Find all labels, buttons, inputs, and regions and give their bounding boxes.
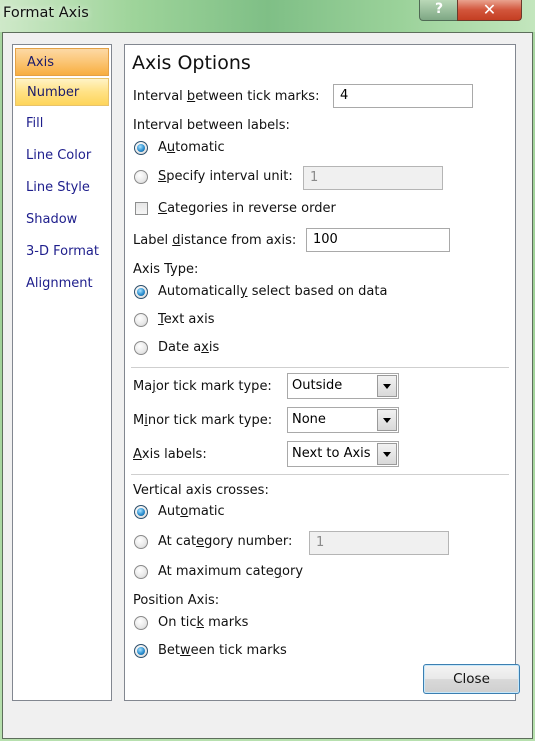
axis-labels-label: Axis labels: — [133, 447, 207, 462]
help-button[interactable]: ? — [419, 0, 459, 21]
help-icon: ? — [434, 1, 444, 17]
label-interval-automatic-label[interactable]: Automatic — [158, 140, 225, 155]
axis-type-label: Axis Type: — [133, 262, 199, 277]
position-on-ticks-radio[interactable] — [134, 616, 148, 630]
window-title: Format Axis — [3, 5, 89, 21]
nav-item-number[interactable]: Number — [15, 78, 109, 106]
specify-interval-radio[interactable] — [134, 170, 148, 184]
specify-interval-label[interactable]: Specify interval unit: — [158, 169, 293, 184]
nav-item-fill[interactable]: Fill — [15, 110, 109, 138]
tick-interval-label: Interval between tick marks: — [133, 89, 320, 104]
close-button[interactable]: Close — [423, 664, 520, 694]
nav-item-line-style[interactable]: Line Style — [15, 174, 109, 202]
reverse-order-label[interactable]: Categories in reverse order — [158, 201, 336, 216]
vertical-crosses-label: Vertical axis crosses: — [133, 483, 269, 498]
specify-interval-input[interactable]: 1 — [303, 166, 443, 190]
axis-type-auto-label[interactable]: Automatically select based on data — [158, 284, 387, 299]
dialog-body: Axis Options Number Fill Line Color Line… — [2, 32, 533, 739]
axis-type-text-label[interactable]: Text axis — [158, 312, 214, 327]
divider — [131, 367, 509, 368]
nav-item-alignment[interactable]: Alignment — [15, 270, 109, 298]
divider — [131, 474, 509, 475]
reverse-order-checkbox[interactable] — [135, 202, 148, 215]
chevron-down-icon[interactable] — [377, 375, 397, 397]
label-distance-input[interactable]: 100 — [306, 228, 450, 252]
nav-item-axis-options[interactable]: Axis Options — [15, 48, 109, 98]
crosses-category-number-label[interactable]: At category number: — [158, 534, 292, 549]
label-distance-label: Label distance from axis: — [133, 233, 297, 248]
position-axis-label: Position Axis: — [133, 593, 220, 608]
major-tick-dropdown[interactable]: Outside — [287, 373, 399, 399]
chevron-down-icon[interactable] — [377, 443, 397, 465]
crosses-category-number-radio[interactable] — [134, 535, 148, 549]
minor-tick-value: None — [292, 412, 326, 427]
close-icon: ✕ — [482, 0, 497, 19]
axis-type-date-label[interactable]: Date axis — [158, 340, 219, 355]
crosses-automatic-label[interactable]: Automatic — [158, 504, 225, 519]
axis-options-panel: Axis Options Interval between tick marks… — [124, 44, 516, 701]
label-interval-automatic-radio[interactable] — [134, 141, 148, 155]
position-between-ticks-label[interactable]: Between tick marks — [158, 643, 287, 658]
axis-type-auto-radio[interactable] — [134, 285, 148, 299]
window-close-button[interactable]: ✕ — [457, 0, 522, 21]
axis-labels-dropdown[interactable]: Next to Axis — [287, 441, 399, 467]
crosses-automatic-radio[interactable] — [134, 505, 148, 519]
major-tick-label: Major tick mark type: — [133, 379, 272, 394]
tick-interval-input[interactable]: 4 — [333, 84, 473, 108]
crosses-max-category-label[interactable]: At maximum category — [158, 564, 303, 579]
crosses-category-number-input[interactable]: 1 — [309, 531, 449, 555]
position-on-ticks-label[interactable]: On tick marks — [158, 615, 248, 630]
label-interval-label: Interval between labels: — [133, 118, 290, 133]
axis-type-date-radio[interactable] — [134, 341, 148, 355]
minor-tick-label: Minor tick mark type: — [133, 413, 273, 428]
nav-item-shadow[interactable]: Shadow — [15, 206, 109, 234]
axis-type-text-radio[interactable] — [134, 313, 148, 327]
crosses-max-category-radio[interactable] — [134, 565, 148, 579]
category-list: Axis Options Number Fill Line Color Line… — [12, 44, 112, 701]
major-tick-value: Outside — [292, 378, 343, 393]
position-between-ticks-radio[interactable] — [134, 644, 148, 658]
axis-labels-value: Next to Axis — [292, 446, 371, 461]
nav-item-3d-format[interactable]: 3-D Format — [15, 238, 109, 266]
panel-heading: Axis Options — [132, 52, 251, 74]
chevron-down-icon[interactable] — [377, 409, 397, 431]
minor-tick-dropdown[interactable]: None — [287, 407, 399, 433]
title-bar[interactable]: Format Axis ? ✕ — [0, 0, 535, 32]
nav-item-line-color[interactable]: Line Color — [15, 142, 109, 170]
